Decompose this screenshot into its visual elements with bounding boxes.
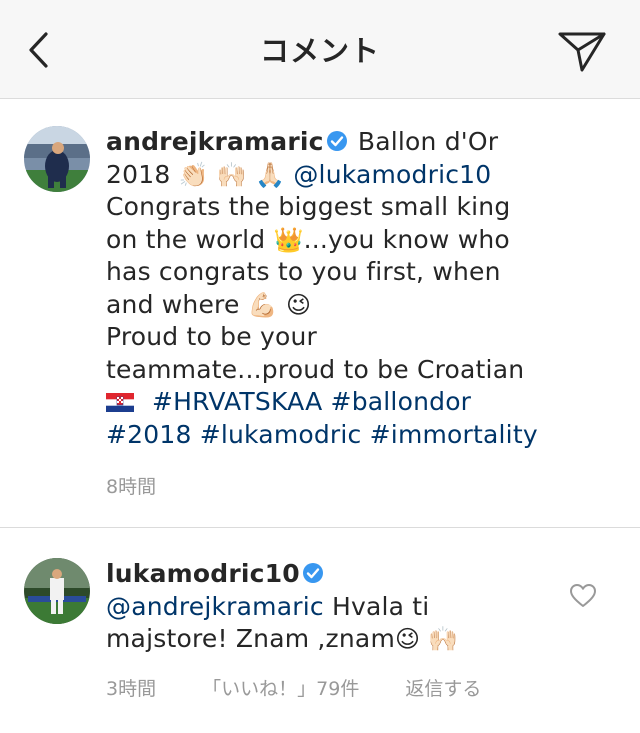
caption-text: 2018 bbox=[106, 159, 171, 189]
page-title: コメント bbox=[259, 34, 380, 68]
raised-hands-emoji: 🙌🏻 bbox=[428, 625, 459, 653]
caption-text: Congrats the biggest small king bbox=[106, 192, 511, 221]
crown-emoji: 👑 bbox=[273, 225, 304, 254]
raised-hands-emoji: 🙌🏻 bbox=[216, 160, 247, 189]
caption-text: ...you know who bbox=[303, 224, 510, 254]
caption-meta: 8時間 bbox=[106, 472, 196, 499]
like-comment-button[interactable] bbox=[570, 584, 596, 608]
reply-comment: lukamodric10 @andrejkramaric Hvala ti ma… bbox=[106, 558, 586, 656]
likes-count-link[interactable]: 「いいね！」79件 bbox=[202, 678, 359, 700]
top-navigation-bar: コメント bbox=[0, 0, 640, 99]
caption-line: 2018 👏🏻 🙌🏻 🙏🏻 @lukamodric10 bbox=[106, 159, 586, 192]
caption-line: on the world 👑...you know who bbox=[106, 224, 586, 257]
divider bbox=[0, 527, 640, 528]
reply-timestamp: 3時間 bbox=[106, 678, 157, 700]
caption-text: Proud to be your bbox=[106, 322, 317, 351]
reply-text: Hvala ti bbox=[323, 591, 430, 621]
reply-line: lukamodric10 bbox=[106, 558, 586, 591]
caption-username[interactable]: andrejkramaric bbox=[106, 127, 324, 156]
avatar-lukamodric10[interactable] bbox=[24, 558, 90, 624]
mention-link[interactable]: @andrejkramaric bbox=[106, 592, 324, 621]
heart-icon bbox=[570, 584, 596, 607]
caption-line: has congrats to you first, when bbox=[106, 256, 586, 289]
caption-text: on the world bbox=[106, 224, 266, 254]
verified-badge-icon bbox=[326, 131, 347, 151]
caption-text: teammate...proud to be Croatian bbox=[106, 354, 525, 384]
winking-face-emoji: 😉 bbox=[395, 625, 421, 653]
share-button[interactable] bbox=[556, 26, 608, 74]
caption-comment: andrejkramaric Ballon d'Or 2018 👏🏻 🙌🏻 🙏🏻… bbox=[106, 126, 586, 451]
caption-line: Proud to be your bbox=[106, 321, 586, 354]
profile-photo bbox=[24, 126, 90, 192]
reply-line: majstore! Znam ,znam😉 🙌🏻 bbox=[106, 623, 586, 656]
croatia-flag-icon bbox=[106, 393, 134, 412]
caption-text: Ballon d'Or bbox=[357, 127, 499, 156]
hashtag-link[interactable]: #2018 #lukamodric #immortality bbox=[106, 420, 538, 449]
reply-username[interactable]: lukamodric10 bbox=[106, 559, 300, 588]
reply-text: majstore! Znam ,znam bbox=[106, 624, 395, 653]
reply-meta: 3時間 「いいね！」79件 返信する bbox=[106, 674, 521, 701]
hashtag-link[interactable]: #HRVATSKAA #ballondor bbox=[152, 387, 471, 416]
caption-line: teammate...proud to be Croatian bbox=[106, 354, 586, 387]
caption-line: Congrats the biggest small king bbox=[106, 191, 586, 224]
clapping-hands-emoji: 👏🏻 bbox=[178, 160, 209, 189]
caption-line: andrejkramaric Ballon d'Or bbox=[106, 126, 586, 159]
caption-text: and where bbox=[106, 289, 240, 319]
flexed-biceps-emoji: 💪🏻 bbox=[247, 290, 278, 319]
caption-line: and where 💪🏻 😉 bbox=[106, 289, 586, 322]
paper-plane-icon bbox=[558, 32, 606, 72]
caption-line: #2018 #lukamodric #immortality bbox=[106, 419, 586, 452]
caption-line: #HRVATSKAA #ballondor bbox=[106, 386, 586, 419]
mention-link[interactable]: @lukamodric10 bbox=[293, 160, 491, 189]
folded-hands-emoji: 🙏🏻 bbox=[255, 160, 286, 189]
winking-face-emoji: 😉 bbox=[285, 290, 312, 319]
reply-button[interactable]: 返信する bbox=[405, 678, 481, 700]
caption-text: has congrats to you first, when bbox=[106, 257, 501, 286]
profile-photo bbox=[24, 558, 90, 624]
caption-timestamp: 8時間 bbox=[106, 476, 157, 498]
reply-line: @andrejkramaric Hvala ti bbox=[106, 591, 586, 624]
verified-badge-icon bbox=[302, 563, 323, 583]
avatar-andrejkramaric[interactable] bbox=[24, 126, 90, 192]
